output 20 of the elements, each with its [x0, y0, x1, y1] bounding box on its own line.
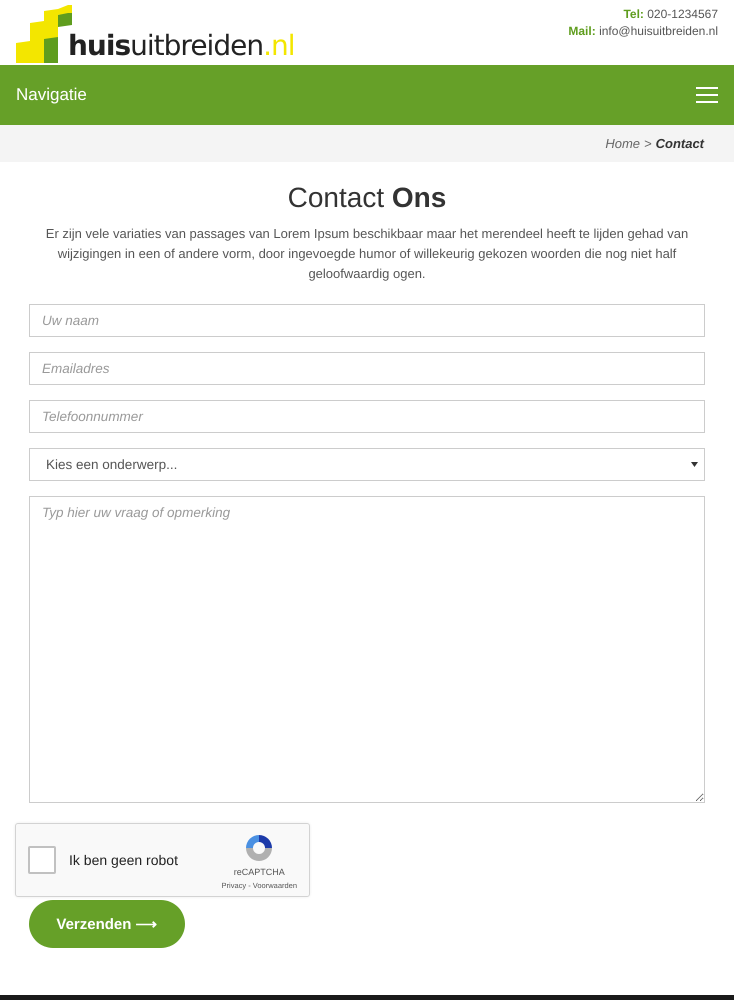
input-field[interactable]: Uw naam [29, 304, 705, 337]
logo-icon [16, 5, 72, 63]
contact-line: Tel: 020-1234567 [622, 6, 718, 23]
breadcrumb-current: Contact [656, 136, 704, 151]
nav-title: Navigatie [16, 85, 87, 105]
recaptcha-label: reCAPTCHA [234, 867, 285, 877]
logo-text[interactable]: huisuitbreiden.nl [68, 29, 295, 63]
menu-icon[interactable] [696, 87, 718, 103]
page-heading: Contact Ons [286, 182, 448, 214]
breadcrumb-separator: > [644, 136, 652, 151]
intro-text: Er zijn vele variaties van passages van Lorem Ipsum beschikbaar maar het merendeel heeft te lijden gehad van wijzigingen in een of andere vorm, door ingevoegde humor of willekeurig gekozen woorden die nog niet half geloofwaardig ogen. [44, 225, 690, 283]
checkbox[interactable] [28, 846, 56, 874]
subject-dropdown[interactable]: Kies een onderwerp... [29, 448, 705, 481]
contact-line: Mail: info@huisuitbreiden.nl [568, 23, 718, 40]
message-field[interactable]: Typ hier uw vraag of opmerking [29, 496, 705, 803]
caret-icon [691, 462, 698, 467]
captcha-label: Ik ben geen robot [69, 852, 178, 868]
input-field[interactable]: Telefoonnummer [29, 400, 705, 433]
breadcrumb-link[interactable]: Home [605, 136, 640, 151]
input-field[interactable]: Emailadres [29, 352, 705, 385]
